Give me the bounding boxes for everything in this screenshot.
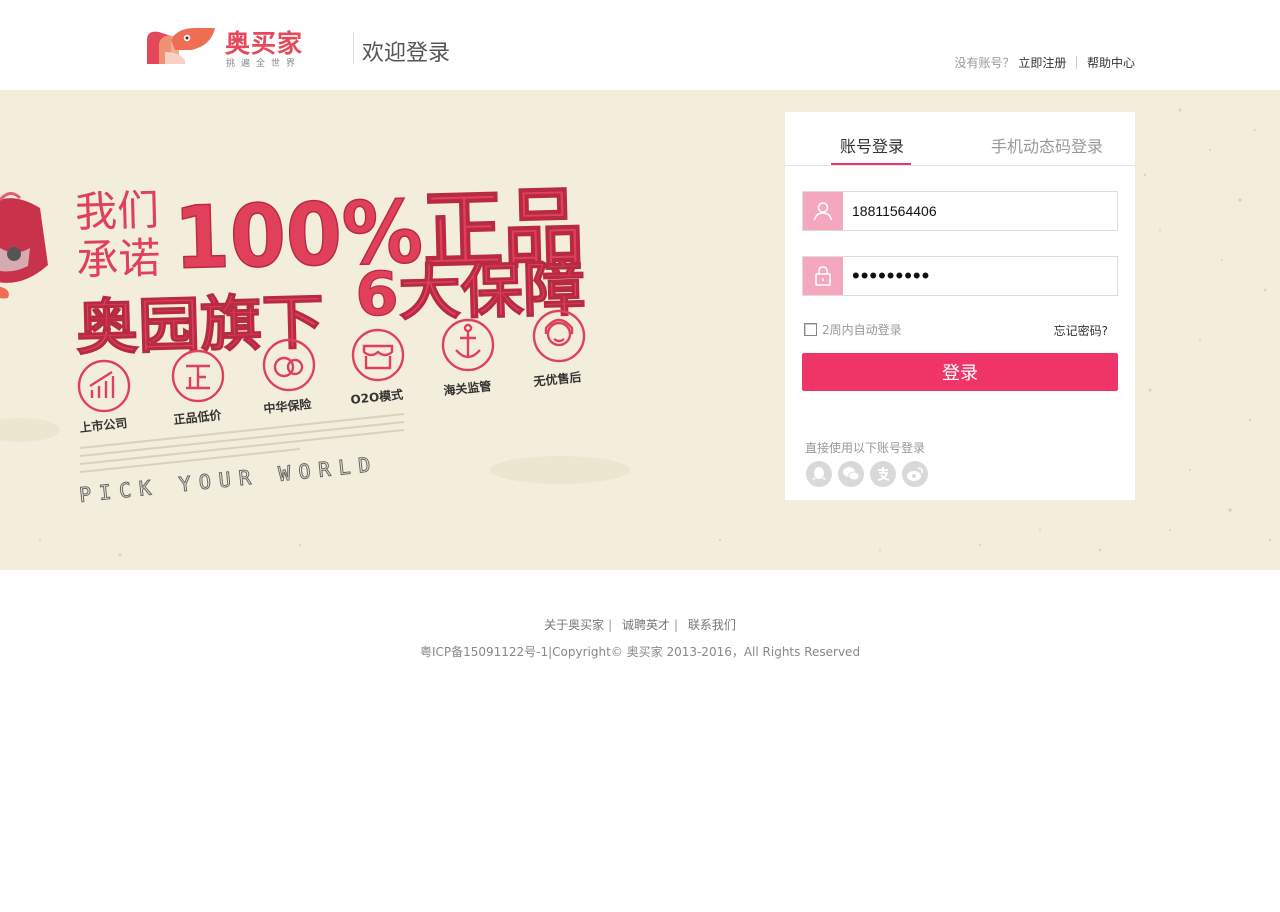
- chart-icon: [77, 359, 131, 413]
- lock-icon: [803, 257, 843, 295]
- username-input[interactable]: [844, 192, 1117, 230]
- top-links-divider: [1076, 56, 1078, 69]
- footer-link-about[interactable]: 关于奥买家: [544, 618, 604, 632]
- promise-line-1: 我们: [74, 185, 159, 236]
- feature-label: O2O模式: [350, 387, 404, 407]
- logo-slogan: 挑遍全世界: [226, 59, 302, 69]
- promise-line-2: 承诺: [76, 233, 161, 284]
- handbag-illustration: [0, 192, 48, 299]
- page-header: 奥买家 挑遍全世界 欢迎登录 没有账号？ 立即注册 帮助中心: [0, 0, 1280, 90]
- login-tabs: 账号登录 手机动态码登录: [785, 112, 1135, 166]
- feature-label: 无优售后: [532, 369, 582, 389]
- feature-label: 上市公司: [79, 415, 128, 435]
- wechat-icon[interactable]: [838, 461, 864, 487]
- feature-label: 海关监管: [443, 378, 492, 398]
- third-party-login-label: 直接使用以下账号登录: [805, 441, 926, 455]
- password-input[interactable]: [844, 257, 1117, 295]
- anchor-icon: [441, 318, 495, 372]
- user-icon: [803, 192, 843, 230]
- footer-link-contact[interactable]: 联系我们: [688, 618, 736, 632]
- footer-separator: |: [608, 618, 613, 632]
- brand-logo[interactable]: 奥买家 挑遍全世界: [145, 26, 315, 69]
- feature-label: 正品低价: [173, 407, 223, 427]
- help-center-link[interactable]: 帮助中心: [1087, 56, 1135, 70]
- footer-separator: |: [674, 618, 679, 632]
- remember-checkbox[interactable]: [804, 323, 817, 336]
- password-field: [802, 256, 1118, 296]
- no-account-text: 没有账号？: [954, 56, 1015, 70]
- tab-mobile-code-login[interactable]: 手机动态码登录: [991, 133, 1103, 157]
- store-icon: [351, 328, 405, 382]
- username-field: [802, 191, 1118, 231]
- header-divider: [353, 32, 354, 64]
- active-tab-indicator: [831, 163, 911, 165]
- bird-logo-icon: [147, 28, 215, 64]
- qq-icon[interactable]: [806, 461, 832, 487]
- third-party-login-icons: [806, 461, 928, 487]
- login-button[interactable]: 登录: [802, 353, 1118, 391]
- tab-account-login[interactable]: 账号登录: [840, 133, 904, 157]
- register-link[interactable]: 立即注册: [1018, 56, 1066, 70]
- copyright-text: 粤ICP备15091122号-1|Copyright© 奥买家 2013-201…: [419, 645, 861, 659]
- top-links: 没有账号？ 立即注册 帮助中心: [954, 54, 1135, 71]
- footer-links: 关于奥买家 | 诚聘英才 | 联系我们: [0, 616, 1280, 633]
- weibo-icon[interactable]: [902, 461, 928, 487]
- page-title: 欢迎登录: [362, 41, 451, 66]
- forgot-password-link[interactable]: 忘记密码?: [1054, 322, 1108, 339]
- remember-me[interactable]: 2周内自动登录: [804, 321, 902, 338]
- feature-label: 中华保险: [263, 396, 313, 416]
- remember-label: 2周内自动登录: [822, 323, 902, 337]
- logo-name: 奥买家: [225, 29, 304, 58]
- login-panel: 账号登录 手机动态码登录 2周内自动登录 忘记密码? 登录 直接使用以下账号登录: [785, 112, 1135, 500]
- footer-link-careers[interactable]: 诚聘英才: [622, 618, 670, 632]
- alipay-icon[interactable]: [870, 461, 896, 487]
